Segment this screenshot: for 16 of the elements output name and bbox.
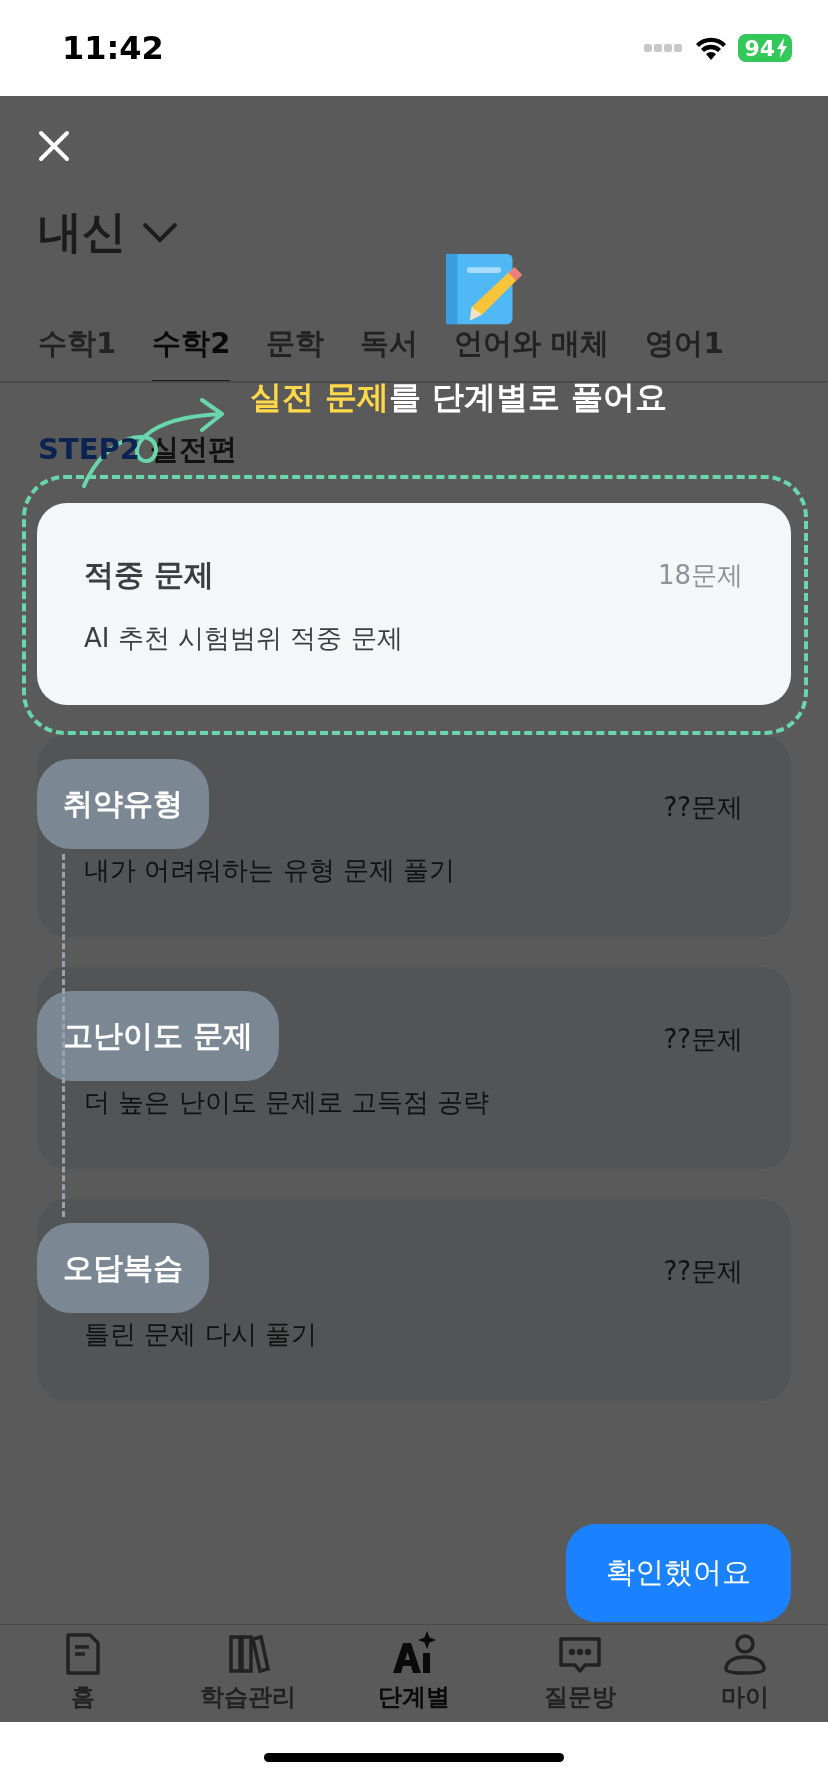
coach-message: 실전 문제를 단계별로 풀어요: [250, 377, 668, 418]
page-title: 내신: [38, 204, 126, 259]
problem-count: ??문제: [663, 790, 743, 824]
problem-count: 18문제: [657, 558, 743, 592]
card-description: 틀린 문제 다시 풀기: [84, 1318, 318, 1351]
coach-label-tooltip: 고난이도 문제: [37, 991, 280, 1081]
coach-label-tooltip: 취약유형: [37, 759, 209, 849]
card-description: AI 추천 시험범위 적중 문제: [84, 622, 404, 655]
card-title: 적중 문제: [84, 555, 215, 594]
card-description: 더 높은 난이도 문제로 고득점 공략: [84, 1086, 491, 1119]
coach-label-tooltip: 오답복습: [37, 1223, 209, 1313]
status-time: 11:42: [62, 29, 164, 67]
problem-count: ??문제: [663, 1022, 743, 1056]
battery-indicator: 94: [738, 34, 792, 62]
card-description: 내가 어려워하는 유형 문제 풀기: [84, 854, 457, 887]
problem-count: ??문제: [663, 1254, 743, 1288]
